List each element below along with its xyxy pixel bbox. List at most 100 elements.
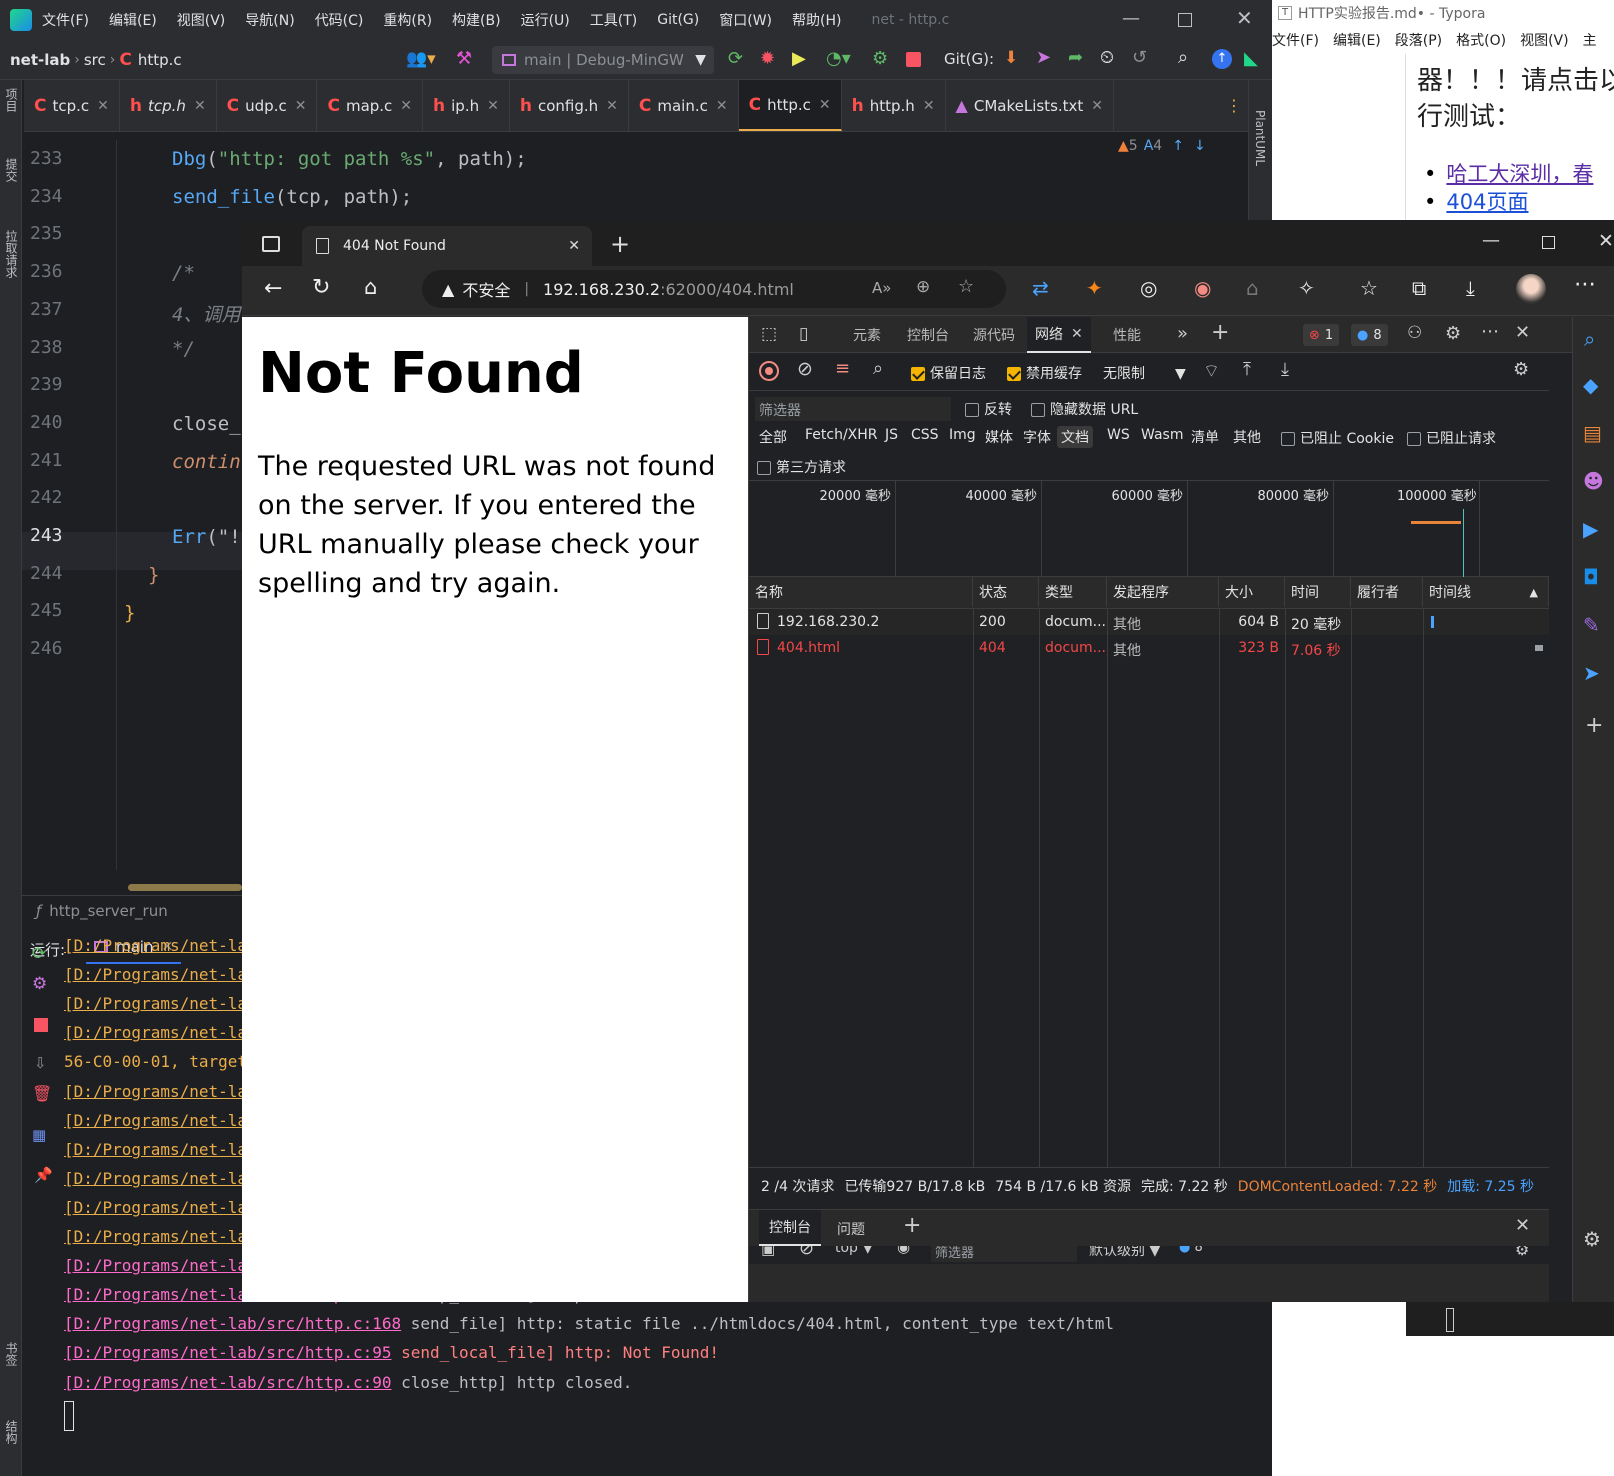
code-line-237[interactable]: 4、调用: [172, 300, 240, 327]
tools-icon[interactable]: ▤: [1583, 421, 1602, 445]
plantuml-tool-label[interactable]: PlantUML: [1253, 110, 1267, 166]
type-filter-9[interactable]: Wasm: [1137, 426, 1187, 444]
add-tab-icon[interactable]: +: [1211, 320, 1229, 345]
extension-icon[interactable]: ◎: [1140, 276, 1157, 300]
table-row[interactable]: 404.html 404 docum... 其他 323 B 7.06 秒: [749, 635, 1549, 661]
blocked-requests-checkbox[interactable]: 已阻止请求: [1407, 428, 1496, 448]
network-conditions-icon[interactable]: ⌔: [1203, 360, 1220, 383]
typora-menu-view[interactable]: 视图(V): [1520, 30, 1569, 50]
close-tab-icon[interactable]: ✕: [923, 98, 935, 114]
close-tab-icon[interactable]: ✕: [606, 98, 618, 114]
typora-menu-paragraph[interactable]: 段落(P): [1395, 30, 1442, 50]
home-icon[interactable]: ⌂: [364, 275, 377, 299]
new-tab-icon[interactable]: +: [610, 230, 630, 258]
clear-console-icon[interactable]: ⊘: [799, 1246, 814, 1259]
source-link[interactable]: [D:/Programs/net-lab: [64, 1140, 257, 1159]
minimize-icon[interactable]: —: [1122, 8, 1140, 29]
typora-menu-edit[interactable]: 编辑(E): [1333, 30, 1381, 50]
level-select[interactable]: 默认级别 ▼: [1089, 1246, 1160, 1260]
breadcrumb-project[interactable]: net-lab: [10, 51, 70, 69]
devtools-tab-2[interactable]: 源代码: [965, 317, 1023, 353]
read-aloud-icon[interactable]: A»: [872, 279, 891, 297]
column-header[interactable]: 发起程序: [1107, 577, 1219, 607]
scroll-end-icon[interactable]: ⇩: [34, 1054, 47, 1072]
history-icon[interactable]: ⏲: [1100, 47, 1114, 68]
editor-tab-http-c[interactable]: Chttp.c ✕: [738, 80, 842, 131]
copilot-icon[interactable]: ▶: [1583, 517, 1598, 541]
table-row[interactable]: 192.168.230.2 200 docum... 其他 604 B 20 毫秒: [749, 609, 1549, 635]
drawer-tab-issues[interactable]: 问题: [837, 1219, 865, 1239]
menu-git[interactable]: Git(G): [657, 12, 699, 28]
close-tab-icon[interactable]: ✕: [716, 98, 728, 114]
code-line-238[interactable]: */: [172, 338, 195, 360]
editor-tab-cmakelists-txt[interactable]: ▲ CMakeLists.txt ✕: [946, 80, 1115, 131]
devtools-tab-4[interactable]: 性能: [1105, 317, 1149, 353]
browser-tab[interactable]: 404 Not Found ✕: [302, 226, 592, 266]
extensions-icon[interactable]: ✧: [1298, 276, 1315, 300]
close-icon[interactable]: ✕: [1236, 6, 1253, 30]
menu-help[interactable]: 帮助(H): [792, 10, 841, 30]
source-link[interactable]: [D:/Programs/net-lab: [64, 1227, 257, 1246]
stop-icon[interactable]: [34, 1018, 48, 1032]
code-line-236[interactable]: /*: [172, 262, 195, 284]
close-tab-icon[interactable]: ✕: [487, 98, 499, 114]
search-icon[interactable]: ⌕: [1178, 47, 1188, 68]
rollback-icon[interactable]: ↺: [1132, 47, 1147, 68]
people-icon[interactable]: ☻: [1583, 469, 1604, 493]
source-link[interactable]: [D:/Programs/net-lab: [64, 936, 257, 955]
editor-tab-config-h[interactable]: h config.h ✕: [510, 80, 629, 131]
export-har-icon[interactable]: ⤓: [1281, 359, 1289, 380]
reload-icon[interactable]: ⟳: [728, 48, 743, 69]
typora-link-2[interactable]: • 404页面: [1424, 186, 1528, 216]
close-drawer-icon[interactable]: ✕: [1515, 1215, 1530, 1236]
more-tabs-icon[interactable]: »: [1177, 323, 1188, 344]
editor-tab-main-c[interactable]: Cmain.c ✕: [629, 80, 739, 131]
run-icon[interactable]: ▶: [792, 48, 806, 69]
previous-highlight-icon[interactable]: ↑: [1172, 138, 1184, 154]
zoom-icon[interactable]: ⊕: [916, 277, 930, 297]
app-logo-icon[interactable]: [10, 9, 32, 31]
next-highlight-icon[interactable]: ↓: [1194, 138, 1206, 154]
pull-requests-tool-label[interactable]: 拉取请求: [3, 230, 20, 278]
column-header[interactable]: 时间: [1285, 577, 1351, 607]
menu-edit[interactable]: 编辑(E): [109, 10, 157, 30]
breadcrumb-file[interactable]: http.c: [138, 51, 182, 69]
downloads-icon[interactable]: ⤓: [1466, 276, 1475, 300]
refresh-icon[interactable]: ↻: [312, 275, 330, 300]
tab-overflow-icon[interactable]: ⋮: [1226, 96, 1242, 115]
users-icon[interactable]: 👥▾: [406, 49, 436, 69]
back-icon[interactable]: ←: [264, 276, 282, 301]
code-line-234[interactable]: send_file(tcp, path);: [172, 186, 412, 208]
typora-link-1[interactable]: • 哈工大深圳，春: [1424, 158, 1593, 188]
update-icon[interactable]: ↑: [1212, 49, 1232, 69]
message-counter[interactable]: ● 8: [1351, 324, 1388, 346]
editor-tab-tcp-c[interactable]: Ctcp.c ✕: [24, 80, 120, 131]
import-har-icon[interactable]: ⤒: [1243, 359, 1251, 380]
search-icon[interactable]: ⌕: [873, 358, 883, 379]
profile-icon[interactable]: ◔▾: [826, 48, 851, 69]
editor-tab-ip-h[interactable]: h ip.h ✕: [423, 80, 510, 131]
close-tab-icon[interactable]: ✕: [295, 98, 307, 114]
connect-icon[interactable]: ⚇: [1407, 323, 1422, 343]
menu-build[interactable]: 构建(B): [452, 10, 501, 30]
devtools-tab-3[interactable]: 网络 ✕: [1027, 317, 1091, 353]
source-link[interactable]: [D:/Programs/net-lab: [64, 994, 257, 1013]
favorites-icon[interactable]: ☆: [1360, 276, 1378, 300]
close-tab-icon[interactable]: ✕: [400, 98, 412, 114]
menu-code[interactable]: 代码(C): [315, 10, 364, 30]
structure-tool-label[interactable]: 结构: [3, 1420, 20, 1444]
source-link[interactable]: [D:/Programs/net-lab/src/http.c:95: [64, 1343, 392, 1362]
network-overview[interactable]: 20000 毫秒 40000 毫秒 60000 毫秒 80000 毫秒 100000 毫…: [749, 481, 1549, 577]
designer-icon[interactable]: ✎: [1583, 613, 1600, 637]
sidebar-toggle-icon[interactable]: ▣: [761, 1246, 775, 1258]
avatar[interactable]: [1516, 274, 1546, 304]
third-party-checkbox[interactable]: 第三方请求: [757, 457, 846, 477]
type-filter-8[interactable]: WS: [1103, 426, 1134, 444]
project-tool-label[interactable]: 项目: [3, 88, 20, 112]
close-tab-icon[interactable]: ✕: [1091, 98, 1103, 114]
devtools-tab-1[interactable]: 控制台: [899, 317, 957, 353]
hide-data-urls-checkbox[interactable]: 隐藏数据 URL: [1031, 399, 1138, 419]
git-update-icon[interactable]: ⬇: [1004, 48, 1018, 68]
add-drawer-tab-icon[interactable]: +: [903, 1213, 921, 1238]
run-config-selector[interactable]: main | Debug-MinGW ▼: [492, 46, 714, 74]
